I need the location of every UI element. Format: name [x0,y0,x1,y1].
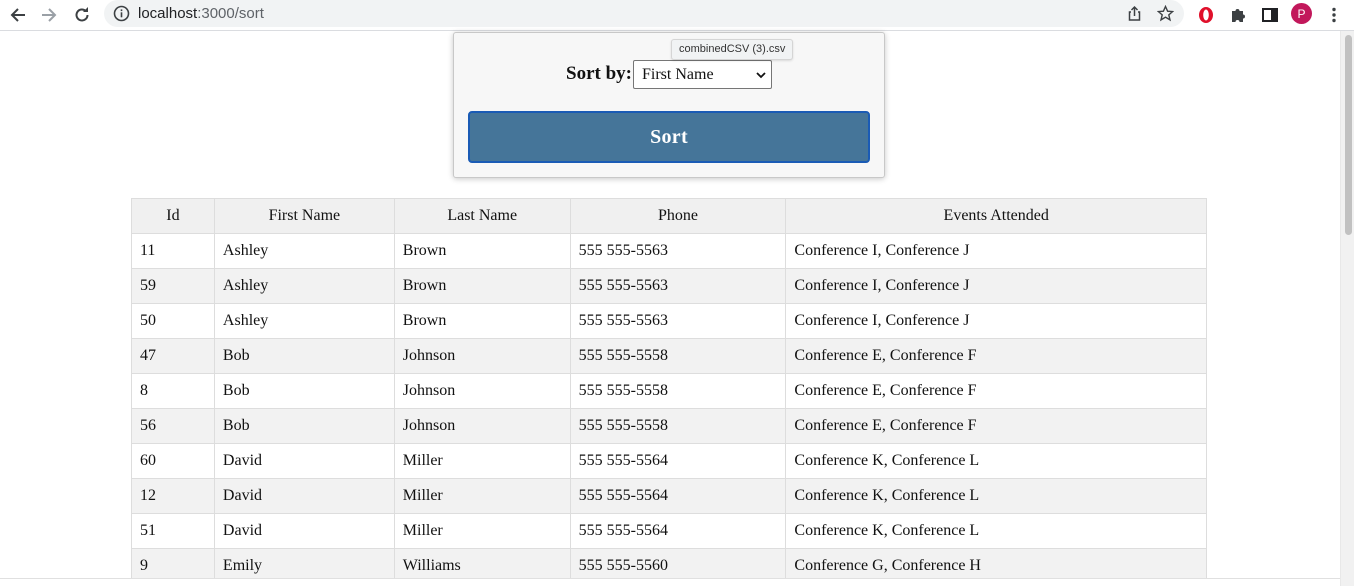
cell-id: 47 [131,338,215,374]
cell-phone: 555 555-5564 [569,513,787,549]
cell-id: 8 [131,373,215,409]
cell-events: Conference K, Conference L [785,443,1207,479]
reload-button[interactable] [70,3,94,27]
table-row: 56 Bob Johnson 555 555-5558 Conference E… [131,408,1207,444]
cell-phone: 555 555-5564 [569,443,787,479]
cell-last-name: Miller [393,513,571,549]
cell-last-name: Johnson [393,373,571,409]
cell-id: 59 [131,268,215,304]
arrow-left-icon [10,8,25,22]
cell-events: Conference E, Conference F [785,338,1207,374]
sort-panel: Sort by: First Name Sort [453,32,885,178]
cell-phone: 555 555-5558 [569,338,787,374]
profile-avatar[interactable]: P [1291,3,1312,24]
side-panel-icon [1262,8,1278,22]
table-row: 59 Ashley Brown 555 555-5563 Conference … [131,268,1207,304]
table-row: 8 Bob Johnson 555 555-5558 Conference E,… [131,373,1207,409]
table-row: 51 David Miller 555 555-5564 Conference … [131,513,1207,549]
reload-icon [75,7,89,22]
cell-last-name: Miller [393,478,571,514]
sort-button[interactable]: Sort [468,111,870,163]
cell-last-name: Miller [393,443,571,479]
cell-phone: 555 555-5558 [569,373,787,409]
table-header-row: Id First Name Last Name Phone Events Att… [131,198,1207,234]
cell-first-name: Ashley [213,303,395,339]
table-row: 50 Ashley Brown 555 555-5563 Conference … [131,303,1207,339]
cell-phone: 555 555-5558 [569,408,787,444]
forward-button[interactable] [37,3,61,27]
cell-phone: 555 555-5563 [569,268,787,304]
file-tooltip: combinedCSV (3).csv [671,39,794,60]
url-text: localhost:3000/sort [138,5,264,22]
cell-events: Conference E, Conference F [785,373,1207,409]
cell-id: 50 [131,303,215,339]
table-row: 12 David Miller 555 555-5564 Conference … [131,478,1207,514]
scrollbar-thumb[interactable] [1345,35,1352,235]
cell-events: Conference I, Conference J [785,233,1207,269]
cell-events: Conference K, Conference L [785,478,1207,514]
extensions-button[interactable] [1226,3,1250,27]
back-button[interactable] [6,3,30,27]
share-icon[interactable] [1126,5,1143,22]
browser-toolbar: localhost:3000/sort P [0,0,1354,31]
column-header-first-name[interactable]: First Name [213,198,395,234]
cell-first-name: Bob [213,373,395,409]
chevron-down-icon [756,72,766,79]
cell-events: Conference I, Conference J [785,303,1207,339]
cell-first-name: Bob [213,338,395,374]
cell-first-name: Ashley [213,233,395,269]
cell-last-name: Johnson [393,408,571,444]
side-panel-button[interactable] [1258,3,1282,27]
cell-last-name: Brown [393,303,571,339]
sort-by-label: Sort by: [566,63,632,84]
cell-id: 12 [131,478,215,514]
column-header-phone[interactable]: Phone [569,198,787,234]
cell-last-name: Brown [393,268,571,304]
column-header-id[interactable]: Id [131,198,215,234]
attendees-table: Id First Name Last Name Phone Events Att… [131,198,1207,584]
cell-id: 11 [131,233,215,269]
cell-phone: 555 555-5563 [569,233,787,269]
menu-button[interactable] [1322,3,1346,27]
bottom-edge [0,578,1340,586]
arrow-right-icon [42,8,57,22]
cell-last-name: Brown [393,233,571,269]
column-header-last-name[interactable]: Last Name [393,198,571,234]
sort-by-select[interactable]: First Name [633,60,772,89]
info-icon[interactable] [113,5,130,22]
star-icon[interactable] [1157,5,1174,22]
column-header-events-attended[interactable]: Events Attended [785,198,1207,234]
table-row: 60 David Miller 555 555-5564 Conference … [131,443,1207,479]
kebab-menu-icon [1332,7,1336,23]
address-bar[interactable]: localhost:3000/sort [104,0,1184,27]
cell-events: Conference K, Conference L [785,513,1207,549]
opera-icon [1199,7,1213,23]
extension-opera-button[interactable] [1194,3,1218,27]
table-row: 47 Bob Johnson 555 555-5558 Conference E… [131,338,1207,374]
cell-id: 56 [131,408,215,444]
url-host: localhost [138,5,198,22]
cell-id: 60 [131,443,215,479]
vertical-scrollbar[interactable] [1340,31,1354,586]
cell-phone: 555 555-5563 [569,303,787,339]
cell-first-name: Bob [213,408,395,444]
cell-events: Conference E, Conference F [785,408,1207,444]
sort-by-selected-value: First Name [642,66,714,83]
cell-phone: 555 555-5564 [569,478,787,514]
puzzle-icon [1232,9,1245,22]
table-row: 11 Ashley Brown 555 555-5563 Conference … [131,233,1207,269]
cell-last-name: Johnson [393,338,571,374]
cell-first-name: Ashley [213,268,395,304]
cell-events: Conference I, Conference J [785,268,1207,304]
cell-first-name: David [213,443,395,479]
url-path: :3000/sort [197,5,264,22]
cell-first-name: David [213,513,395,549]
cell-first-name: David [213,478,395,514]
cell-id: 51 [131,513,215,549]
